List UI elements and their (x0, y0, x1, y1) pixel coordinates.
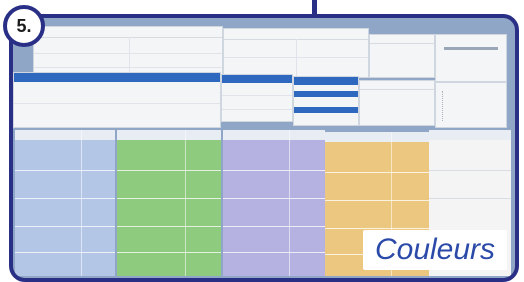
sheet-mid-right-2 (435, 82, 507, 128)
sheet-top-center (223, 28, 369, 78)
step-number: 5. (16, 15, 32, 36)
sheet-mid-left (13, 72, 221, 128)
blue-stripe-2 (294, 107, 358, 113)
sheet-mid-form (293, 76, 359, 126)
column-blue (15, 130, 115, 276)
column-purple (223, 130, 325, 276)
sheet-mid-right-1 (359, 80, 435, 126)
column-green (117, 130, 221, 276)
step-badge: 5. (3, 5, 45, 47)
caption-box: Couleurs (363, 230, 507, 270)
photo-frame: Couleurs (9, 14, 519, 282)
caption-text: Couleurs (374, 233, 496, 266)
sheet-top-right-1 (369, 34, 435, 78)
connector-line (312, 0, 317, 18)
blue-header-bar-2 (222, 75, 292, 83)
blue-stripe-1 (294, 91, 358, 97)
sheet-top-left (33, 26, 223, 78)
blue-header-bar (14, 73, 220, 82)
sheet-top-right-2 (435, 34, 507, 82)
blue-header-bar-3 (294, 77, 358, 85)
sheet-mid-center (221, 74, 293, 122)
